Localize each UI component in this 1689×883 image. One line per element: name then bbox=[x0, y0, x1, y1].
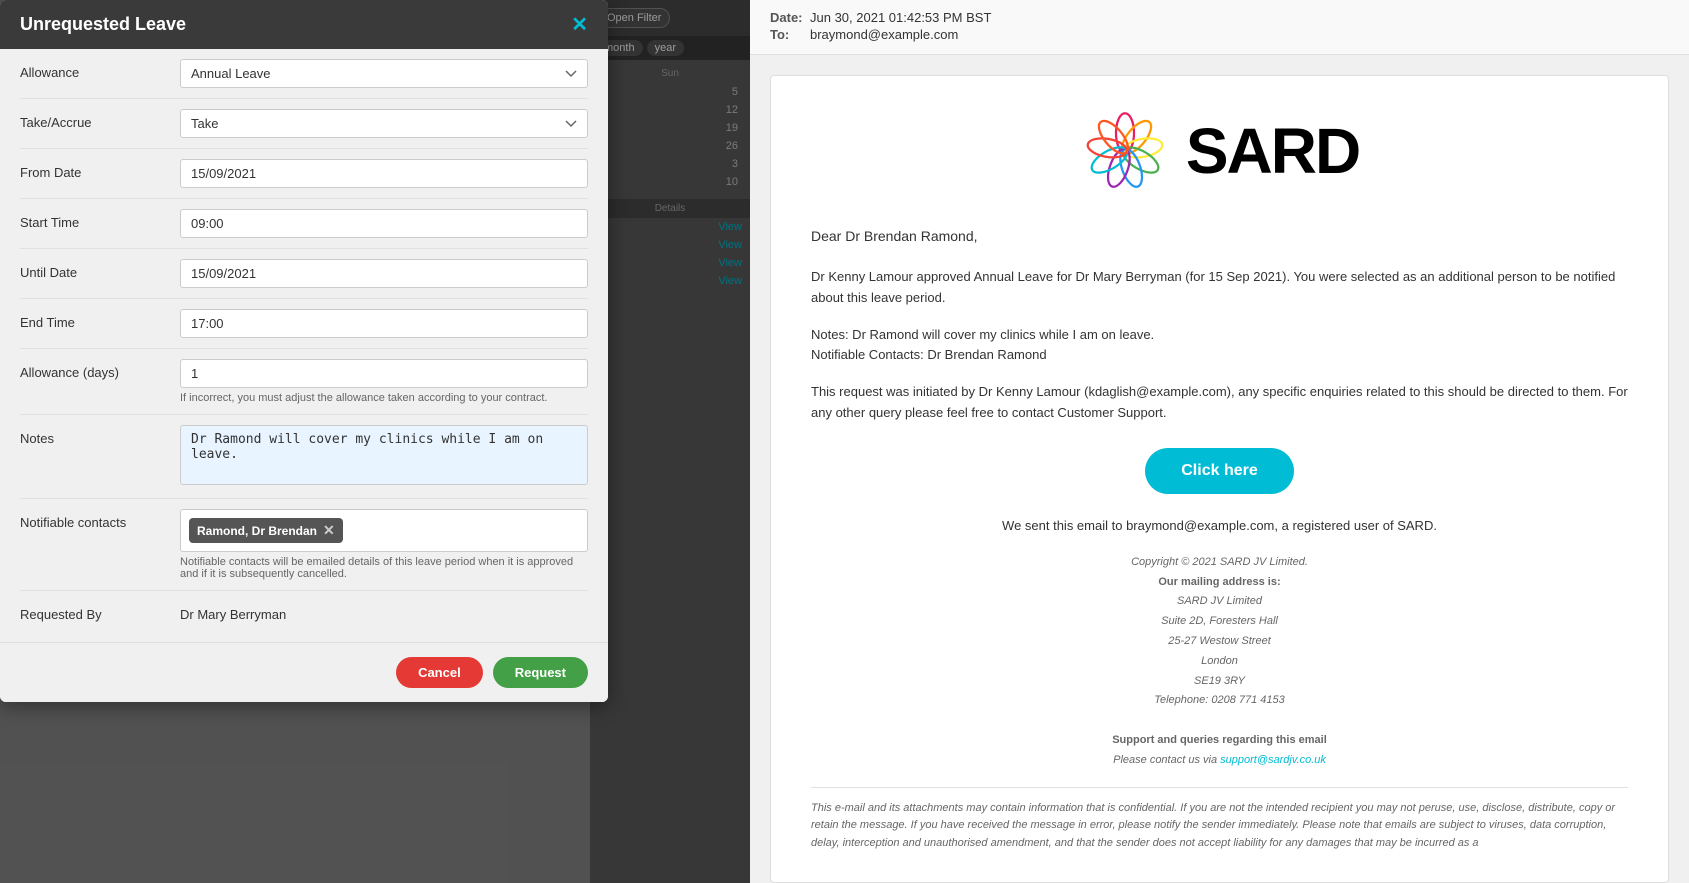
allowance-days-input[interactable] bbox=[180, 359, 588, 388]
notifiable-contacts-helper: Notifiable contacts will be emailed deta… bbox=[180, 556, 588, 580]
contact-tag: Ramond, Dr Brendan ✕ bbox=[189, 518, 343, 543]
email-date-label: Date: bbox=[770, 10, 810, 25]
allowance-days-control: If incorrect, you must adjust the allowa… bbox=[180, 359, 588, 404]
email-date-value: Jun 30, 2021 01:42:53 PM BST bbox=[810, 10, 991, 25]
modal-overlay: Unrequested Leave ✕ Allowance Annual Lea… bbox=[0, 0, 750, 883]
end-time-label: End Time bbox=[20, 309, 180, 330]
email-to-value: braymond@example.com bbox=[810, 27, 958, 42]
start-time-input[interactable] bbox=[180, 209, 588, 238]
footer-support-label: Support and queries regarding this email bbox=[811, 731, 1628, 751]
email-footer: Copyright © 2021 SARD JV Limited. Our ma… bbox=[811, 553, 1628, 771]
allowance-days-label: Allowance (days) bbox=[20, 359, 180, 380]
notifiable-contacts-label: Notifiable contacts bbox=[20, 509, 180, 530]
take-accrue-row: Take/Accrue TakeAccrue bbox=[20, 99, 588, 149]
start-time-label: Start Time bbox=[20, 209, 180, 230]
footer-mailing-label: Our mailing address is: bbox=[811, 573, 1628, 593]
email-greeting: Dear Dr Brendan Ramond, bbox=[811, 226, 1628, 247]
allowance-days-helper: If incorrect, you must adjust the allowa… bbox=[180, 392, 588, 404]
requested-by-control: Dr Mary Berryman bbox=[180, 601, 588, 622]
notes-row: Notes Dr Ramond will cover my clinics wh… bbox=[20, 415, 588, 499]
footer-telephone: Telephone: 0208 771 4153 bbox=[811, 691, 1628, 711]
email-body: SARD Dear Dr Brendan Ramond, Dr Kenny La… bbox=[750, 55, 1689, 883]
allowance-select[interactable]: Annual LeaveSick LeaveStudy LeaveOther bbox=[180, 59, 588, 88]
from-date-row: From Date bbox=[20, 149, 588, 199]
left-panel: Open Filter month year Sun 5 12 19 26 3 … bbox=[0, 0, 750, 883]
click-here-button[interactable]: Click here bbox=[1145, 448, 1293, 494]
notifiable-contacts-row: Notifiable contacts Ramond, Dr Brendan ✕… bbox=[20, 499, 588, 591]
click-here-area: Click here bbox=[811, 448, 1628, 494]
contact-tag-remove-icon[interactable]: ✕ bbox=[323, 522, 335, 539]
cancel-button[interactable]: Cancel bbox=[396, 657, 483, 688]
contact-tag-name: Ramond, Dr Brendan bbox=[197, 524, 317, 538]
take-accrue-label: Take/Accrue bbox=[20, 109, 180, 130]
from-date-control bbox=[180, 159, 588, 188]
email-body-paragraph-2: Notes: Dr Ramond will cover my clinics w… bbox=[811, 325, 1628, 367]
email-to-row: To: braymond@example.com bbox=[770, 27, 1669, 42]
modal-body: Allowance Annual LeaveSick LeaveStudy Le… bbox=[0, 49, 608, 642]
email-body-paragraph-1: Dr Kenny Lamour approved Annual Leave fo… bbox=[811, 267, 1628, 309]
footer-support-contact: Please contact us via support@sardjv.co.… bbox=[811, 751, 1628, 771]
notifiable-contacts-control: Ramond, Dr Brendan ✕ Notifiable contacts… bbox=[180, 509, 588, 580]
footer-postcode: SE19 3RY bbox=[811, 672, 1628, 692]
end-time-input[interactable] bbox=[180, 309, 588, 338]
footer-address1: Suite 2D, Foresters Hall bbox=[811, 612, 1628, 632]
modal-dialog: Unrequested Leave ✕ Allowance Annual Lea… bbox=[0, 0, 608, 702]
notes-control: Dr Ramond will cover my clinics while I … bbox=[180, 425, 588, 488]
requested-by-row: Requested By Dr Mary Berryman bbox=[20, 591, 588, 632]
footer-address2: 25-27 Westow Street bbox=[811, 632, 1628, 652]
until-date-control bbox=[180, 259, 588, 288]
email-logo-area: SARD bbox=[811, 106, 1628, 196]
until-date-row: Until Date bbox=[20, 249, 588, 299]
until-date-label: Until Date bbox=[20, 259, 180, 280]
from-date-label: From Date bbox=[20, 159, 180, 180]
sard-flower-logo bbox=[1080, 106, 1170, 196]
allowance-control: Annual LeaveSick LeaveStudy LeaveOther bbox=[180, 59, 588, 88]
email-body-paragraph-3: This request was initiated by Dr Kenny L… bbox=[811, 382, 1628, 424]
request-button[interactable]: Request bbox=[493, 657, 588, 688]
footer-city: London bbox=[811, 652, 1628, 672]
modal-header: Unrequested Leave ✕ bbox=[0, 0, 608, 49]
from-date-input[interactable] bbox=[180, 159, 588, 188]
end-time-control bbox=[180, 309, 588, 338]
footer-company: SARD JV Limited bbox=[811, 592, 1628, 612]
notes-textarea[interactable]: Dr Ramond will cover my clinics while I … bbox=[180, 425, 588, 485]
start-time-control bbox=[180, 209, 588, 238]
email-to-label: To: bbox=[770, 27, 810, 42]
requested-by-label: Requested By bbox=[20, 601, 180, 622]
email-sent-notice: We sent this email to braymond@example.c… bbox=[811, 518, 1628, 533]
modal-close-button[interactable]: ✕ bbox=[571, 15, 588, 35]
allowance-days-row: Allowance (days) If incorrect, you must … bbox=[20, 349, 588, 415]
footer-support-email-link[interactable]: support@sardjv.co.uk bbox=[1220, 754, 1326, 766]
requested-by-value: Dr Mary Berryman bbox=[180, 601, 588, 622]
sard-logo-text: SARD bbox=[1186, 114, 1359, 188]
take-accrue-control: TakeAccrue bbox=[180, 109, 588, 138]
allowance-label: Allowance bbox=[20, 59, 180, 80]
allowance-row: Allowance Annual LeaveSick LeaveStudy Le… bbox=[20, 49, 588, 99]
take-accrue-select[interactable]: TakeAccrue bbox=[180, 109, 588, 138]
until-date-input[interactable] bbox=[180, 259, 588, 288]
modal-title: Unrequested Leave bbox=[20, 14, 186, 35]
notes-label: Notes bbox=[20, 425, 180, 446]
start-time-row: Start Time bbox=[20, 199, 588, 249]
right-panel: Date: Jun 30, 2021 01:42:53 PM BST To: b… bbox=[750, 0, 1689, 883]
footer-copyright: Copyright © 2021 SARD JV Limited. bbox=[811, 553, 1628, 573]
email-card: SARD Dear Dr Brendan Ramond, Dr Kenny La… bbox=[770, 75, 1669, 883]
end-time-row: End Time bbox=[20, 299, 588, 349]
modal-footer: Cancel Request bbox=[0, 642, 608, 702]
email-disclaimer: This e-mail and its attachments may cont… bbox=[811, 787, 1628, 853]
email-date-row: Date: Jun 30, 2021 01:42:53 PM BST bbox=[770, 10, 1669, 25]
email-meta: Date: Jun 30, 2021 01:42:53 PM BST To: b… bbox=[750, 0, 1689, 55]
